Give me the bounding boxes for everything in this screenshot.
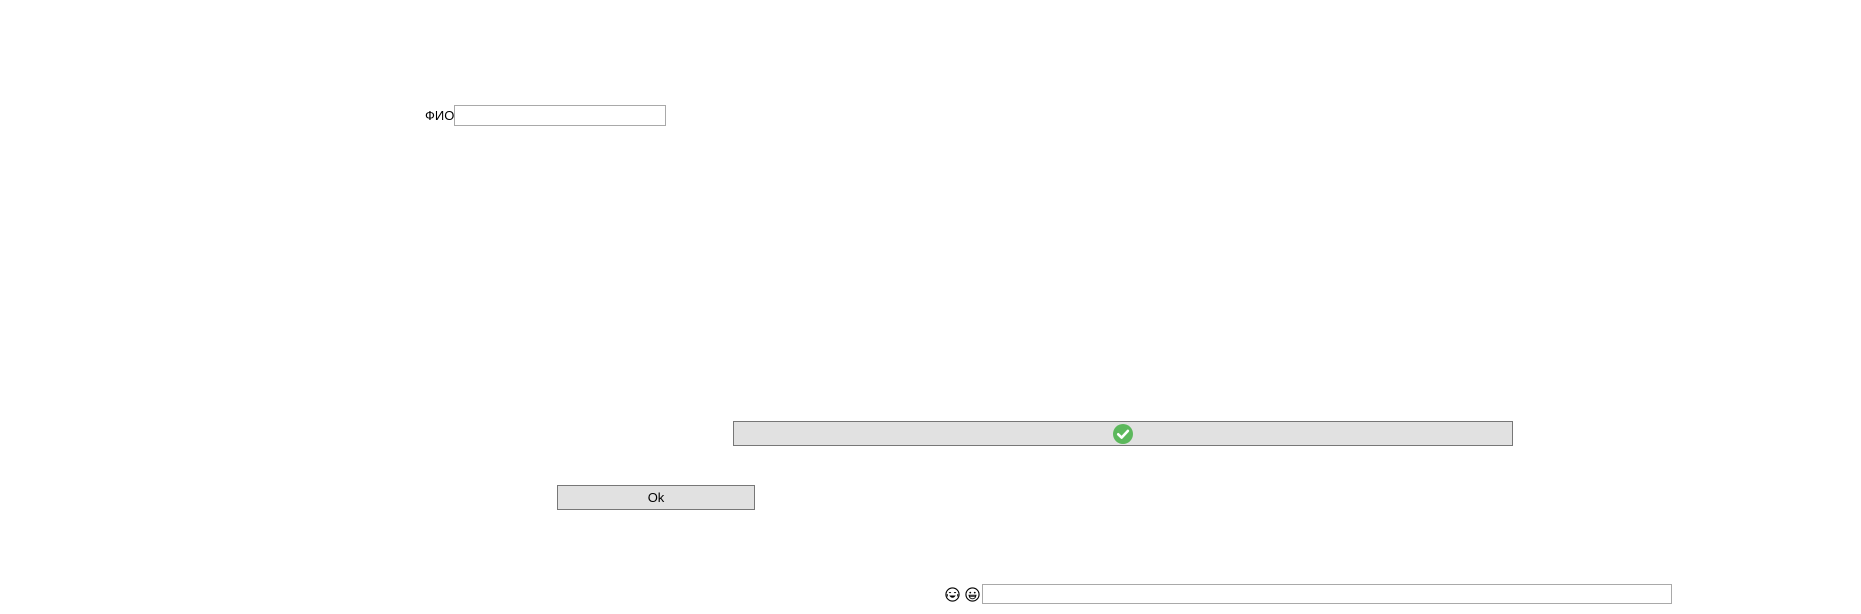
grinning-face-icon[interactable] (965, 586, 980, 602)
emoji-input-row (945, 584, 1672, 604)
fio-input[interactable] (454, 105, 667, 126)
fio-field-row: ФИО (425, 105, 667, 126)
fio-label: ФИО (425, 108, 455, 123)
comment-input[interactable] (982, 584, 1672, 604)
ok-button[interactable]: Ok (557, 485, 755, 510)
confirm-button[interactable] (733, 421, 1513, 446)
check-circle-icon (1113, 423, 1133, 444)
crying-laughing-face-icon[interactable] (945, 586, 960, 602)
